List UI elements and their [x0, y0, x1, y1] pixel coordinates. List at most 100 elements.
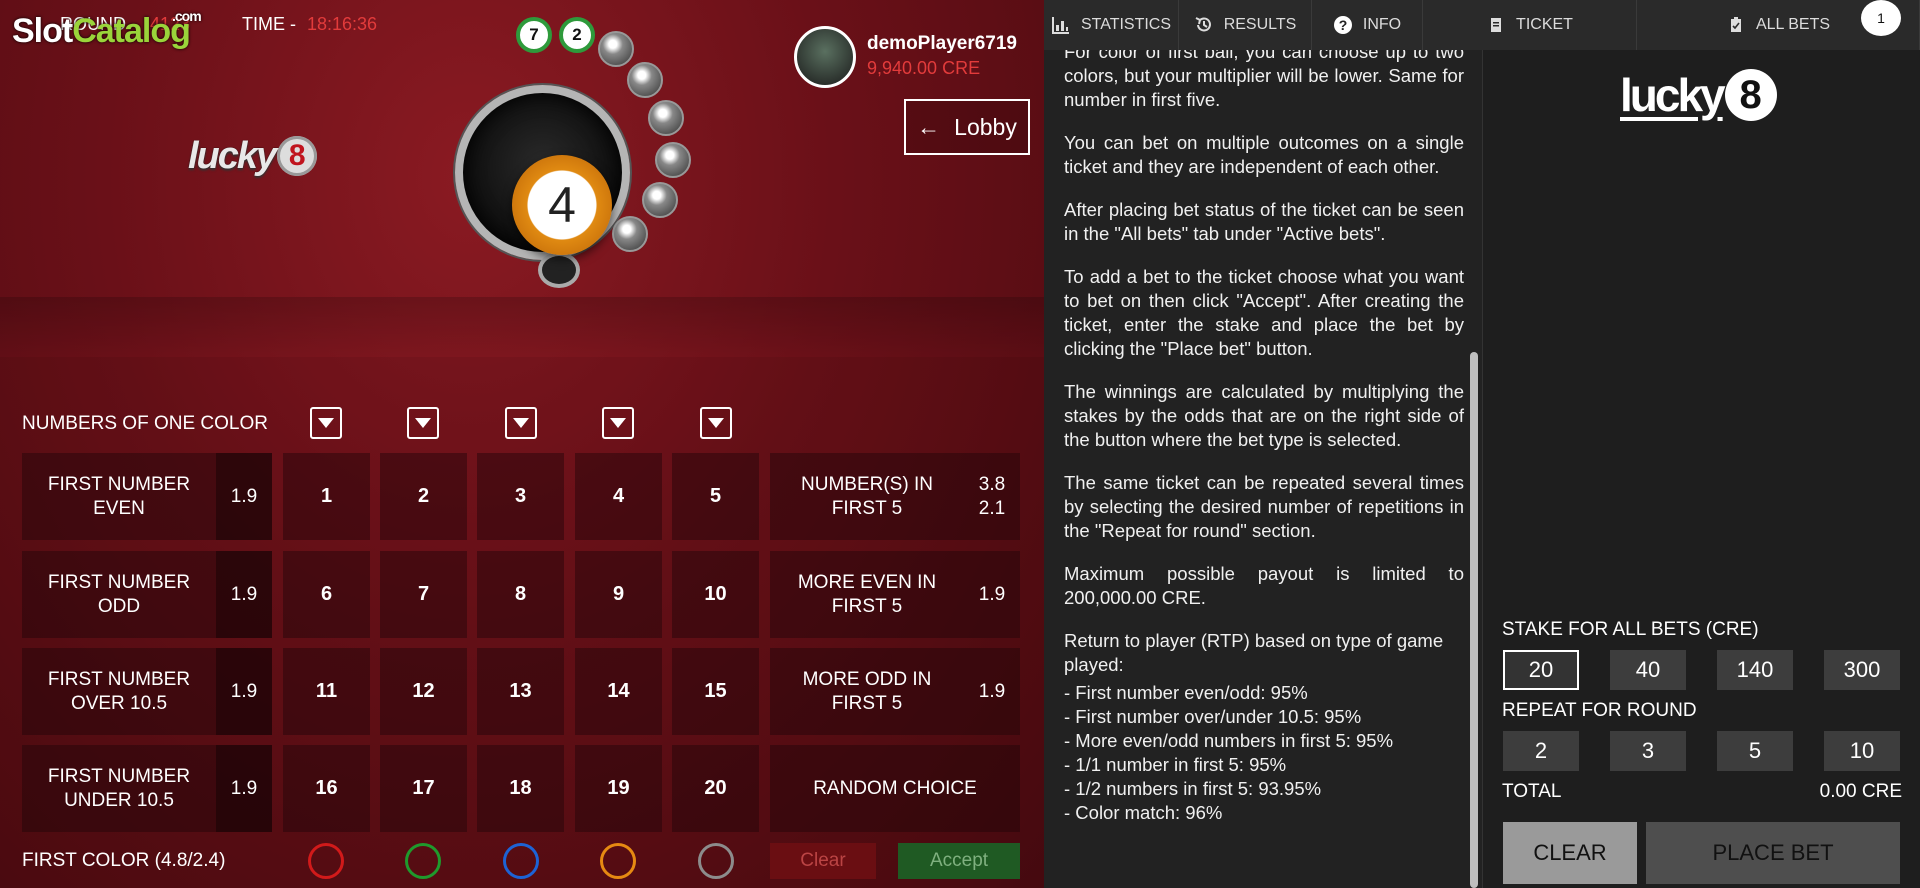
- number-cell-3[interactable]: 3: [477, 453, 564, 540]
- info-paragraph: The same ticket can be repeated several …: [1064, 472, 1464, 541]
- color-dropdown-4[interactable]: [602, 407, 634, 439]
- rim-ball: [648, 100, 684, 136]
- chevron-down-icon: [318, 418, 334, 428]
- number-cell-6[interactable]: 6: [283, 551, 370, 638]
- rtp-item: - First number even/odd: 95%: [1064, 682, 1308, 703]
- history-ball: 2: [559, 17, 595, 53]
- bet-left-2[interactable]: FIRST NUMBER ODD 1.9: [22, 551, 272, 638]
- info-paragraph: After placing bet status of the ticket c…: [1064, 199, 1464, 244]
- game-logo: lucky 8: [188, 128, 340, 184]
- bar-chart-icon: [1051, 15, 1071, 35]
- game-area: ROUND 4123 TIME - 18:16:36 SlotCatalog .c…: [0, 0, 1044, 888]
- history-ball: 7: [516, 17, 552, 53]
- bet-right-4[interactable]: RANDOM CHOICE: [770, 745, 1020, 832]
- table-edge: [0, 297, 1044, 357]
- repeat-option-3[interactable]: 3: [1610, 731, 1686, 771]
- number-cell-10[interactable]: 10: [672, 551, 759, 638]
- number-cell-5[interactable]: 5: [672, 453, 759, 540]
- stake-option-20[interactable]: 20: [1503, 650, 1579, 690]
- repeat-option-5[interactable]: 5: [1717, 731, 1793, 771]
- number-cell-13[interactable]: 13: [477, 648, 564, 735]
- info-paragraph: Maximum possible payout is limited to 20…: [1064, 563, 1464, 608]
- number-cell-4[interactable]: 4: [575, 453, 662, 540]
- clear-selection-button[interactable]: Clear: [770, 843, 876, 879]
- color-ring-3[interactable]: [503, 843, 539, 879]
- color-ring-1[interactable]: [308, 843, 344, 879]
- bet-left-3[interactable]: FIRST NUMBER OVER 10.5 1.9: [22, 648, 272, 735]
- bet-left-1[interactable]: FIRST NUMBER EVEN 1.9: [22, 453, 272, 540]
- tab-results[interactable]: RESULTS: [1179, 0, 1312, 50]
- color-dropdown-5[interactable]: [700, 407, 732, 439]
- number-cell-7[interactable]: 7: [380, 551, 467, 638]
- ticket-logo: lucky 8: [1620, 68, 1777, 122]
- repeat-option-10[interactable]: 10: [1824, 731, 1900, 771]
- arrow-left-icon: ←: [917, 113, 941, 140]
- rim-ball: [598, 31, 634, 67]
- stake-option-40[interactable]: 40: [1610, 650, 1686, 690]
- number-cell-11[interactable]: 11: [283, 648, 370, 735]
- rtp-item: - More even/odd numbers in first 5: 95%: [1064, 730, 1394, 751]
- info-scrollbar[interactable]: [1470, 352, 1478, 888]
- chevron-down-icon: [610, 418, 626, 428]
- bet-label: FIRST NUMBER UNDER 10.5: [47, 765, 191, 811]
- stake-option-300[interactable]: 300: [1824, 650, 1900, 690]
- clear-ticket-button[interactable]: CLEAR: [1503, 822, 1637, 884]
- tab-ticket[interactable]: TICKET: [1423, 0, 1637, 50]
- color-dropdown-2[interactable]: [407, 407, 439, 439]
- ticket-icon: [1486, 15, 1506, 35]
- info-paragraph: You can bet on multiple outcomes on a si…: [1064, 132, 1464, 177]
- info-panel[interactable]: For color of first ball, you can choose …: [1044, 50, 1482, 888]
- color-ring-4[interactable]: [600, 843, 636, 879]
- color-ring-5[interactable]: [698, 843, 734, 879]
- color-dropdown-1[interactable]: [310, 407, 342, 439]
- number-cell-14[interactable]: 14: [575, 648, 662, 735]
- number-cell-20[interactable]: 20: [672, 745, 759, 832]
- bet-label: MORE ODD IN FIRST 5: [802, 668, 932, 714]
- ball-chute: [538, 252, 580, 288]
- tab-statistics[interactable]: STATISTICS: [1044, 0, 1179, 50]
- number-cell-17[interactable]: 17: [380, 745, 467, 832]
- number-cell-18[interactable]: 18: [477, 745, 564, 832]
- number-cell-16[interactable]: 16: [283, 745, 370, 832]
- number-cell-9[interactable]: 9: [575, 551, 662, 638]
- stake-option-140[interactable]: 140: [1717, 650, 1793, 690]
- bet-label: FIRST NUMBER EVEN: [47, 473, 191, 519]
- clipboard-icon: [1726, 15, 1746, 35]
- total-value: 0.00 CRE: [1819, 781, 1902, 802]
- number-cell-8[interactable]: 8: [477, 551, 564, 638]
- player-name: demoPlayer6719: [867, 33, 1017, 54]
- color-dropdown-3[interactable]: [505, 407, 537, 439]
- bet-right-3[interactable]: MORE ODD IN FIRST 5 1.9: [770, 648, 1020, 735]
- bet-label: MORE EVEN IN FIRST 5: [797, 571, 937, 617]
- tab-label: INFO: [1362, 16, 1402, 33]
- bet-right-2[interactable]: MORE EVEN IN FIRST 5 1.9: [770, 551, 1020, 638]
- number-cell-2[interactable]: 2: [380, 453, 467, 540]
- odds-value: 1.9: [978, 680, 1006, 702]
- time-value: 18:16:36: [307, 14, 378, 34]
- number-cell-12[interactable]: 12: [380, 648, 467, 735]
- repeat-label: REPEAT FOR ROUND: [1502, 700, 1697, 721]
- rtp-item: - Color match: 96%: [1064, 802, 1223, 823]
- number-cell-15[interactable]: 15: [672, 648, 759, 735]
- number-cell-19[interactable]: 19: [575, 745, 662, 832]
- number-cell-1[interactable]: 1: [283, 453, 370, 540]
- tab-info[interactable]: ? INFO: [1312, 0, 1423, 50]
- tab-label: TICKET: [1516, 16, 1573, 33]
- bet-label: FIRST NUMBER ODD: [47, 571, 191, 617]
- lobby-button[interactable]: ← Lobby: [904, 99, 1030, 155]
- color-ring-2[interactable]: [405, 843, 441, 879]
- app-root: ROUND 4123 TIME - 18:16:36 SlotCatalog .c…: [0, 0, 1920, 888]
- accept-button[interactable]: Accept: [898, 843, 1020, 879]
- odds-value: 3.8: [978, 473, 1006, 495]
- panel-tabs: STATISTICS RESULTS? INFO TICKET ALL BETS: [1044, 0, 1920, 50]
- repeat-option-2[interactable]: 2: [1503, 731, 1579, 771]
- bet-right-1[interactable]: NUMBER(S) IN FIRST 5 3.8 2.1: [770, 453, 1020, 540]
- rtp-item: - 1/2 numbers in first 5: 93.95%: [1064, 778, 1322, 799]
- bet-left-4[interactable]: FIRST NUMBER UNDER 10.5 1.9: [22, 745, 272, 832]
- bet-odds: 3.8 2.1: [964, 453, 1020, 540]
- bet-label: RANDOM CHOICE: [813, 777, 977, 799]
- bet-odds: 1.9: [216, 551, 272, 638]
- odds-value: 2.1: [978, 497, 1006, 519]
- numbers-one-color-label: NUMBERS OF ONE COLOR: [22, 413, 268, 434]
- place-bet-button[interactable]: PLACE BET: [1646, 822, 1900, 884]
